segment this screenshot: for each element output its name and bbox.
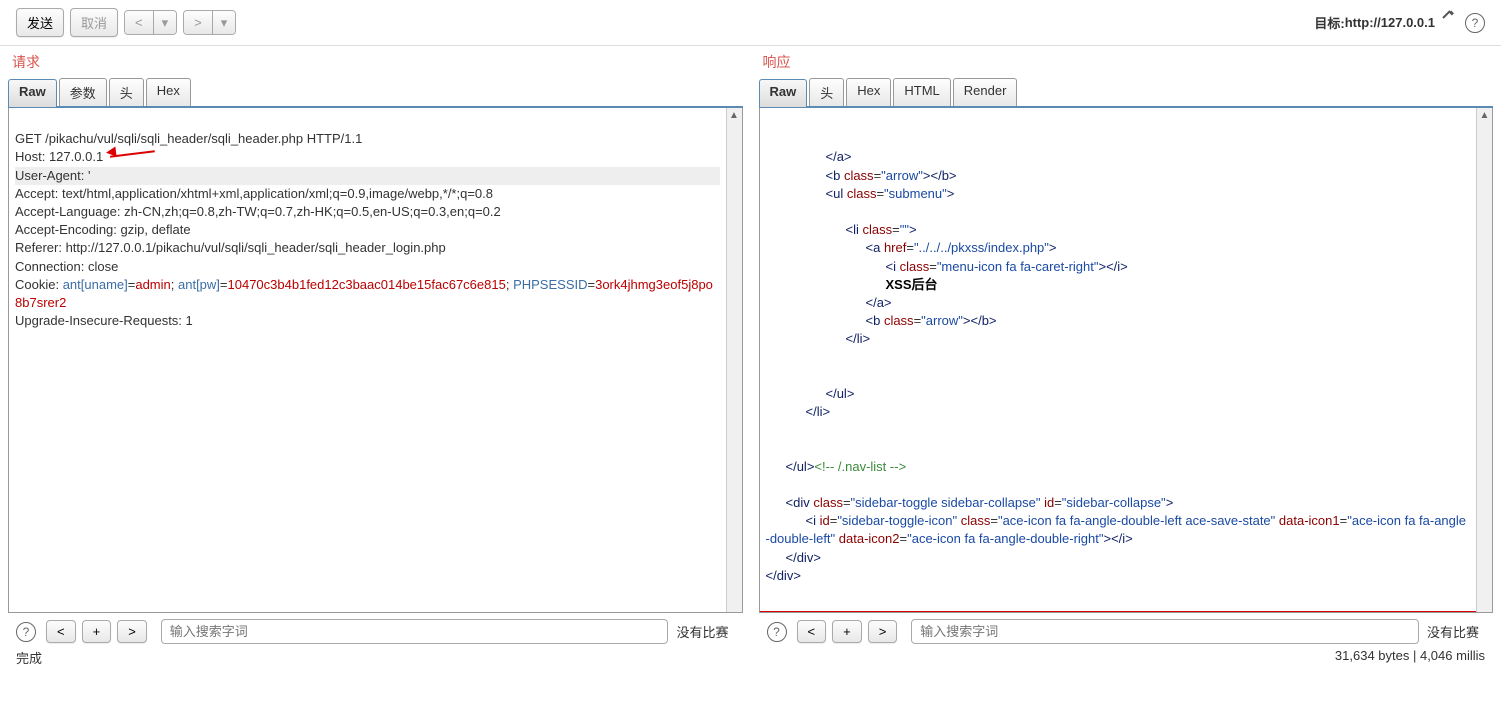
history-prev-group: < ▾ [124,10,177,35]
response-search-input[interactable] [911,619,1419,644]
tab-headers[interactable]: 头 [109,78,144,106]
search-add-button[interactable]: + [832,620,862,643]
send-button[interactable]: 发送 [16,8,64,37]
response-editor-wrap: </a> <b class="arrow"></b> <ul class="su… [759,108,1494,613]
response-title: 响应 [763,52,1494,72]
status-bar: 完成 31,634 bytes | 4,046 millis [0,646,1501,675]
help-icon[interactable]: ? [16,622,36,642]
req-line: Connection: close [15,259,118,274]
search-prev-button[interactable]: < [46,620,76,643]
tab-hex[interactable]: Hex [146,78,191,106]
scroll-up-icon: ▲ [1480,110,1490,121]
response-pane: 响应 Raw 头 Hex HTML Render </a> <b class="… [759,46,1494,646]
cancel-button[interactable]: 取消 [70,8,118,37]
next-dropdown[interactable]: ▾ [213,11,236,34]
response-editor[interactable]: </a> <b class="arrow"></b> <ul class="su… [760,108,1477,612]
req-line: Host: 127.0.0.1 [15,149,103,164]
response-scrollbar[interactable]: ▲ [1476,108,1492,612]
status-right: 31,634 bytes | 4,046 millis [1335,648,1485,667]
target-value: http://127.0.0.1 [1345,15,1435,30]
request-editor[interactable]: GET /pikachu/vul/sqli/sqli_header/sqli_h… [9,108,726,612]
tab-params[interactable]: 参数 [59,78,107,106]
response-bottom-bar: ? < + > 没有比赛 [759,613,1494,646]
scroll-up-icon: ▲ [729,110,739,121]
search-add-button[interactable]: + [82,620,112,643]
search-prev-button[interactable]: < [797,620,827,643]
edit-target-icon[interactable] [1441,15,1457,31]
req-line: Accept: text/html,application/xhtml+xml,… [15,186,493,201]
tab-render[interactable]: Render [953,78,1018,106]
req-cookie-line: Cookie: ant[uname]=admin; ant[pw]=10470c… [15,277,713,310]
response-tabs: Raw 头 Hex HTML Render [759,78,1494,108]
tab-hex[interactable]: Hex [846,78,891,106]
status-left: 完成 [16,648,42,667]
req-line: Accept-Encoding: gzip, deflate [15,222,191,237]
search-next-button[interactable]: > [117,620,147,643]
tab-html[interactable]: HTML [893,78,950,106]
target-label: 目标: [1314,13,1344,32]
next-button[interactable]: > [184,11,213,34]
help-icon[interactable]: ? [767,622,787,642]
req-line-ua: User-Agent: ' [15,167,720,185]
top-toolbar: 发送 取消 < ▾ > ▾ 目标: http://127.0.0.1 ? [0,0,1501,46]
req-line: Accept-Language: zh-CN,zh;q=0.8,zh-TW;q=… [15,204,501,219]
target-display: 目标: http://127.0.0.1 ? [1314,13,1485,33]
prev-button[interactable]: < [125,11,154,34]
tab-raw[interactable]: Raw [8,79,57,107]
request-pane: 请求 Raw 参数 头 Hex GET /pikachu/vul/sqli/sq… [8,46,743,646]
sql-error-box: You have an error in your SQL syntax; ch… [760,611,1477,612]
req-line: GET /pikachu/vul/sqli/sqli_header/sqli_h… [15,131,362,146]
history-next-group: > ▾ [183,10,236,35]
request-editor-wrap: GET /pikachu/vul/sqli/sqli_header/sqli_h… [8,108,743,613]
no-match-label: 没有比赛 [1427,622,1485,641]
tab-raw[interactable]: Raw [759,79,808,107]
prev-dropdown[interactable]: ▾ [154,11,177,34]
request-scrollbar[interactable]: ▲ [726,108,742,612]
req-line: Upgrade-Insecure-Requests: 1 [15,313,193,328]
request-tabs: Raw 参数 头 Hex [8,78,743,108]
request-bottom-bar: ? < + > 没有比赛 [8,613,743,646]
panes: 请求 Raw 参数 头 Hex GET /pikachu/vul/sqli/sq… [0,46,1501,646]
help-icon[interactable]: ? [1465,13,1485,33]
search-next-button[interactable]: > [868,620,898,643]
request-title: 请求 [12,52,743,72]
req-line: Referer: http://127.0.0.1/pikachu/vul/sq… [15,240,446,255]
tab-headers[interactable]: 头 [809,78,844,106]
no-match-label: 没有比赛 [676,622,734,641]
request-search-input[interactable] [161,619,669,644]
